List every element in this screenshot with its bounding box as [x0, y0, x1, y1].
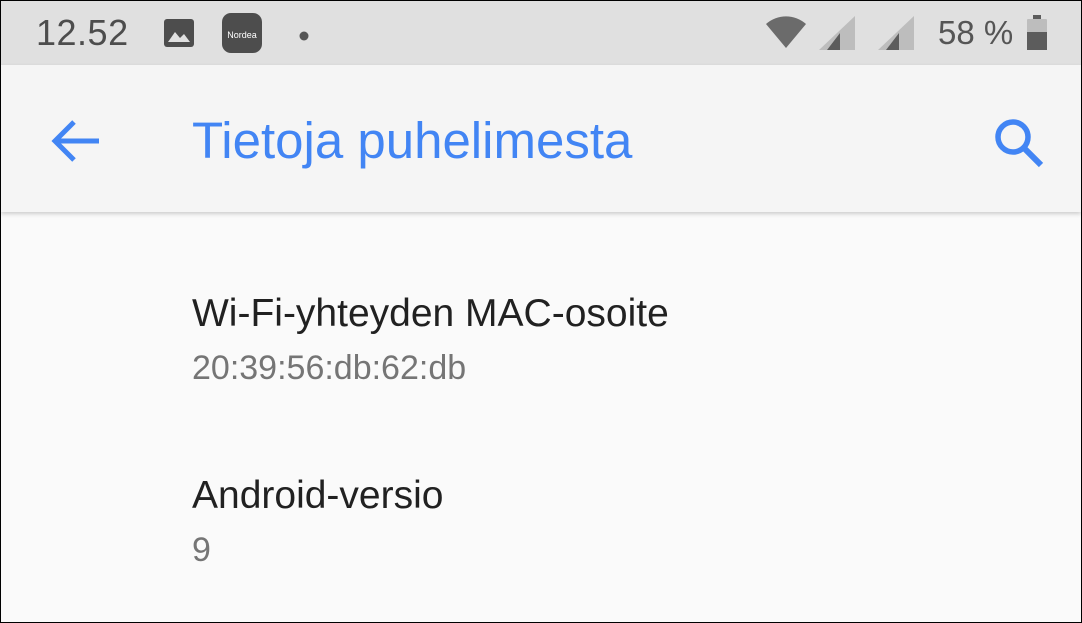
arrow-back-icon	[41, 120, 113, 181]
list-item[interactable]: Android-versio 9	[1, 394, 1081, 576]
nordea-label: Nordea	[227, 30, 257, 40]
phone-screen: 12.52 Nordea 58 % Tietoja puhelimesta Wi…	[0, 0, 1082, 623]
app-bar: Tietoja puhelimesta	[1, 65, 1081, 212]
cell-signal-icon	[818, 15, 856, 56]
pref-title: Wi-Fi-yhteyden MAC-osoite	[192, 292, 669, 335]
status-bar: 12.52 Nordea 58 %	[1, 1, 1081, 65]
search-icon	[981, 119, 1053, 181]
image-icon	[163, 18, 195, 53]
back-button[interactable]	[41, 105, 113, 177]
nordea-app-icon: Nordea	[222, 13, 262, 58]
battery-icon	[1026, 15, 1048, 56]
battery-percent: 58 %	[938, 14, 1014, 51]
list-item[interactable]: Wi-Fi-yhteyden MAC-osoite 20:39:56:db:62…	[1, 212, 1081, 394]
cell-signal-icon	[877, 15, 915, 56]
pref-summary: 20:39:56:db:62:db	[192, 349, 467, 387]
pref-title: Android-versio	[192, 474, 444, 517]
more-notifications-dot-icon	[299, 28, 309, 46]
status-time: 12.52	[36, 12, 129, 53]
settings-list: Wi-Fi-yhteyden MAC-osoite 20:39:56:db:62…	[1, 212, 1081, 622]
wifi-icon	[765, 15, 807, 54]
page-title: Tietoja puhelimesta	[192, 112, 633, 169]
pref-summary: 9	[192, 531, 211, 569]
search-button[interactable]	[981, 105, 1053, 177]
